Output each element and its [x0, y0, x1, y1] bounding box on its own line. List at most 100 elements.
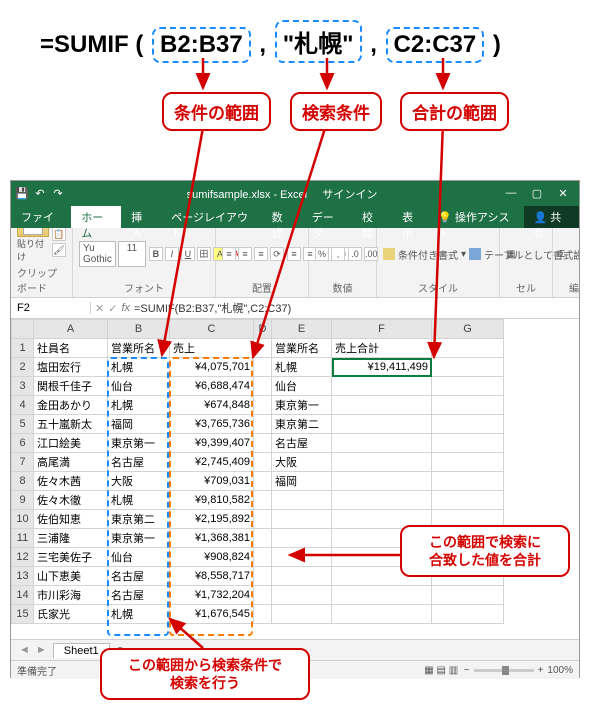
cell-blank2[interactable] — [432, 472, 504, 491]
save-icon[interactable]: 💾 — [15, 187, 29, 201]
sheet-nav-prev-icon[interactable]: ◄ — [19, 644, 30, 656]
row-hdr[interactable]: 10 — [12, 510, 34, 529]
cell-summary-total[interactable] — [332, 605, 432, 624]
col-F[interactable]: F — [332, 320, 432, 339]
cell-office[interactable]: 札幌 — [108, 358, 170, 377]
cell-name[interactable]: 五十嵐新太 — [34, 415, 108, 434]
dec-decimal-icon[interactable]: .00 — [364, 247, 378, 261]
cell-summary-office[interactable]: 福岡 — [272, 472, 332, 491]
format-painter-icon[interactable]: 🖌 — [52, 243, 66, 257]
cell-blank2[interactable] — [432, 415, 504, 434]
cell-summary-total[interactable] — [332, 415, 432, 434]
cell-blank[interactable] — [254, 434, 272, 453]
cell-name[interactable]: 佐々木徹 — [34, 491, 108, 510]
zoom-out-icon[interactable]: − — [464, 665, 470, 676]
cancel-formula-icon[interactable]: ✕ — [95, 302, 104, 315]
cell-blank[interactable] — [254, 510, 272, 529]
cell-name[interactable]: 三浦隆 — [34, 529, 108, 548]
redo-icon[interactable]: ↷ — [51, 187, 65, 201]
cell-C1[interactable]: 売上 — [170, 339, 254, 358]
tab-data[interactable]: データ — [302, 206, 352, 228]
cell-name[interactable]: 山下恵美 — [34, 567, 108, 586]
tab-pagelayout[interactable]: ページレイアウト — [161, 206, 261, 228]
share-button[interactable]: 👤 共有 — [524, 206, 579, 228]
border-button[interactable]: 田 — [197, 247, 211, 261]
cell-summary-total[interactable] — [332, 396, 432, 415]
row-hdr[interactable]: 4 — [12, 396, 34, 415]
cell-blank2[interactable] — [432, 586, 504, 605]
cell-summary-total[interactable] — [332, 586, 432, 605]
cell-summary-total[interactable]: ¥19,411,499 — [332, 358, 432, 377]
cell-blank[interactable] — [254, 396, 272, 415]
cells-icon[interactable]: ▦ — [506, 230, 546, 278]
row-hdr[interactable]: 15 — [12, 605, 34, 624]
editing-icon[interactable]: Σ — [559, 230, 579, 278]
cell-name[interactable]: 塩田宏行 — [34, 358, 108, 377]
percent-button[interactable]: % — [315, 247, 329, 261]
cell-office[interactable]: 札幌 — [108, 396, 170, 415]
cell-sales[interactable]: ¥674,848 — [170, 396, 254, 415]
cell-office[interactable]: 仙台 — [108, 377, 170, 396]
row-hdr[interactable]: 5 — [12, 415, 34, 434]
cell-blank2[interactable] — [432, 491, 504, 510]
cell-blank2[interactable] — [432, 358, 504, 377]
row-hdr[interactable]: 12 — [12, 548, 34, 567]
zoom-value[interactable]: 100% — [547, 665, 573, 676]
cell-sales[interactable]: ¥8,558,717 — [170, 567, 254, 586]
tell-me[interactable]: 💡 操作アシスト — [432, 206, 519, 228]
tab-formulas[interactable]: 数式 — [262, 206, 302, 228]
cell-office[interactable]: 仙台 — [108, 548, 170, 567]
view-pagelayout-icon[interactable]: ▤ — [436, 665, 445, 676]
row-hdr[interactable]: 6 — [12, 434, 34, 453]
align-middle-icon[interactable]: ≡ — [238, 247, 252, 261]
cell-blank[interactable] — [254, 548, 272, 567]
col-C[interactable]: C — [170, 320, 254, 339]
cell-name[interactable]: 氏家光 — [34, 605, 108, 624]
cell-office[interactable]: 名古屋 — [108, 567, 170, 586]
row-hdr[interactable]: 11 — [12, 529, 34, 548]
cell-summary-office[interactable] — [272, 491, 332, 510]
cell-summary-office[interactable]: 東京第二 — [272, 415, 332, 434]
maximize-icon[interactable]: ▢ — [525, 187, 549, 200]
cell-blank2[interactable] — [432, 453, 504, 472]
cell-summary-office[interactable] — [272, 548, 332, 567]
view-normal-icon[interactable]: ▦ — [424, 665, 433, 676]
row-hdr[interactable]: 8 — [12, 472, 34, 491]
col-A[interactable]: A — [34, 320, 108, 339]
col-B[interactable]: B — [108, 320, 170, 339]
col-E[interactable]: E — [272, 320, 332, 339]
cell-name[interactable]: 関根千佳子 — [34, 377, 108, 396]
cell-blank[interactable] — [254, 529, 272, 548]
cell-sales[interactable]: ¥4,075,701 — [170, 358, 254, 377]
cell-sales[interactable]: ¥1,732,204 — [170, 586, 254, 605]
cell-office[interactable]: 東京第二 — [108, 510, 170, 529]
align-top-icon[interactable]: ≡ — [222, 247, 236, 261]
cell-summary-office[interactable] — [272, 586, 332, 605]
cell-sales[interactable]: ¥9,810,582 — [170, 491, 254, 510]
orientation-icon[interactable]: ⟳ — [270, 247, 284, 261]
minimize-icon[interactable]: — — [499, 187, 523, 200]
conditional-format-button[interactable]: 条件付き書式 ▾ — [383, 247, 466, 262]
row-hdr[interactable]: 2 — [12, 358, 34, 377]
cell-blank2[interactable] — [432, 605, 504, 624]
cell-summary-office[interactable]: 名古屋 — [272, 434, 332, 453]
cell-office[interactable]: 大阪 — [108, 472, 170, 491]
cell-B1[interactable]: 営業所名 — [108, 339, 170, 358]
cell-sales[interactable]: ¥6,688,474 — [170, 377, 254, 396]
cell-office[interactable]: 名古屋 — [108, 586, 170, 605]
sheet-nav-next-icon[interactable]: ► — [36, 644, 47, 656]
cell-summary-office[interactable]: 札幌 — [272, 358, 332, 377]
cell-office[interactable]: 名古屋 — [108, 453, 170, 472]
enter-formula-icon[interactable]: ✓ — [108, 302, 117, 315]
row-hdr-1[interactable]: 1 — [12, 339, 34, 358]
cell-blank[interactable] — [254, 415, 272, 434]
row-hdr[interactable]: 9 — [12, 491, 34, 510]
cell-summary-office[interactable] — [272, 567, 332, 586]
font-name-select[interactable]: Yu Gothic — [79, 241, 116, 267]
row-hdr[interactable]: 3 — [12, 377, 34, 396]
grid[interactable]: A B C D E F G 1社員名営業所名売上営業所名売上合計2塩田宏行札幌¥… — [11, 319, 579, 639]
cell-name[interactable]: 金田あかり — [34, 396, 108, 415]
paste-button[interactable]: 貼り付け — [17, 228, 49, 263]
zoom-control[interactable]: − + 100% — [464, 665, 573, 676]
cell-blank2[interactable] — [432, 434, 504, 453]
